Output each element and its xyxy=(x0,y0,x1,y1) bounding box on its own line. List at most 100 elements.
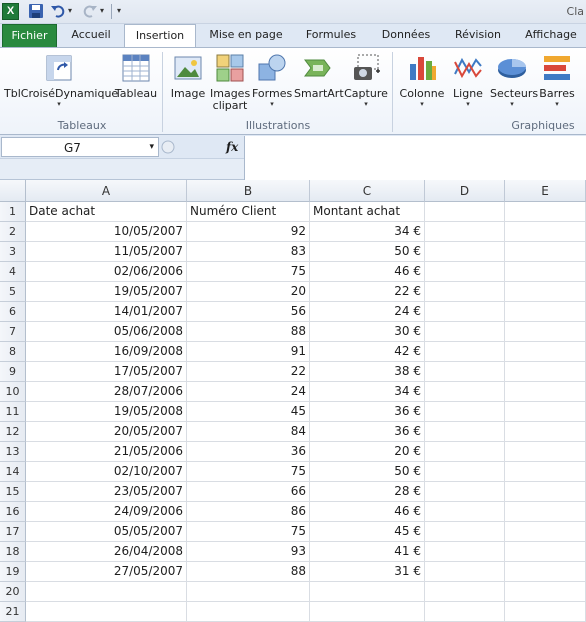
tab-page-layout[interactable]: Mise en page xyxy=(202,24,290,47)
cell-d18[interactable] xyxy=(425,542,505,562)
row-header[interactable]: 10 xyxy=(0,382,26,402)
cell-a18[interactable]: 26/04/2008 xyxy=(26,542,187,562)
row-header[interactable]: 16 xyxy=(0,502,26,522)
cell-b15[interactable]: 66 xyxy=(187,482,310,502)
customize-toolbar-icon[interactable]: ▾ xyxy=(117,6,121,15)
cell-b20[interactable] xyxy=(187,582,310,602)
row-header[interactable]: 21 xyxy=(0,602,26,622)
row-header[interactable]: 9 xyxy=(0,362,26,382)
cell-d3[interactable] xyxy=(425,242,505,262)
cell-e1[interactable] xyxy=(505,202,586,222)
cell-c9[interactable]: 38 € xyxy=(310,362,425,382)
cell-e13[interactable] xyxy=(505,442,586,462)
row-header[interactable]: 15 xyxy=(0,482,26,502)
cell-d5[interactable] xyxy=(425,282,505,302)
cell-b9[interactable]: 22 xyxy=(187,362,310,382)
cell-a8[interactable]: 16/09/2008 xyxy=(26,342,187,362)
row-header[interactable]: 7 xyxy=(0,322,26,342)
redo-dropdown-icon[interactable]: ▾ xyxy=(100,6,104,15)
cell-e15[interactable] xyxy=(505,482,586,502)
pivot-table-button[interactable]: TblCroiséDynamique ▾ xyxy=(4,52,118,109)
cell-a5[interactable]: 19/05/2007 xyxy=(26,282,187,302)
clipart-button[interactable]: Images clipart xyxy=(210,52,250,112)
image-button[interactable]: Image xyxy=(168,52,208,100)
cell-a7[interactable]: 05/06/2008 xyxy=(26,322,187,342)
cell-e7[interactable] xyxy=(505,322,586,342)
row-header[interactable]: 6 xyxy=(0,302,26,322)
resize-handle-icon[interactable] xyxy=(160,139,182,155)
cell-c2[interactable]: 34 € xyxy=(310,222,425,242)
cell-c20[interactable] xyxy=(310,582,425,602)
cell-a1[interactable]: Date achat xyxy=(26,202,187,222)
column-chart-button[interactable]: Colonne ▾ xyxy=(398,52,446,109)
undo-icon[interactable] xyxy=(50,3,67,20)
cell-a9[interactable]: 17/05/2007 xyxy=(26,362,187,382)
cell-a20[interactable] xyxy=(26,582,187,602)
cell-d6[interactable] xyxy=(425,302,505,322)
row-header[interactable]: 19 xyxy=(0,562,26,582)
cell-c16[interactable]: 46 € xyxy=(310,502,425,522)
cell-b8[interactable]: 91 xyxy=(187,342,310,362)
cell-c6[interactable]: 24 € xyxy=(310,302,425,322)
cell-d4[interactable] xyxy=(425,262,505,282)
cell-a17[interactable]: 05/05/2007 xyxy=(26,522,187,542)
cell-d15[interactable] xyxy=(425,482,505,502)
cell-e14[interactable] xyxy=(505,462,586,482)
row-header[interactable]: 1 xyxy=(0,202,26,222)
cell-a16[interactable]: 24/09/2006 xyxy=(26,502,187,522)
cell-e18[interactable] xyxy=(505,542,586,562)
cell-a13[interactable]: 21/05/2006 xyxy=(26,442,187,462)
cell-c1[interactable]: Montant achat xyxy=(310,202,425,222)
cell-c13[interactable]: 20 € xyxy=(310,442,425,462)
chevron-down-icon[interactable]: ▾ xyxy=(149,142,154,152)
select-all-corner[interactable] xyxy=(0,180,26,202)
cell-b18[interactable]: 93 xyxy=(187,542,310,562)
redo-icon[interactable] xyxy=(82,3,99,20)
line-chart-button[interactable]: Ligne ▾ xyxy=(448,52,488,109)
cell-d9[interactable] xyxy=(425,362,505,382)
cell-b16[interactable]: 86 xyxy=(187,502,310,522)
cell-e8[interactable] xyxy=(505,342,586,362)
cell-e10[interactable] xyxy=(505,382,586,402)
cell-e2[interactable] xyxy=(505,222,586,242)
cell-e5[interactable] xyxy=(505,282,586,302)
cell-d10[interactable] xyxy=(425,382,505,402)
cell-a21[interactable] xyxy=(26,602,187,622)
cell-d16[interactable] xyxy=(425,502,505,522)
cell-b12[interactable]: 84 xyxy=(187,422,310,442)
row-header[interactable]: 11 xyxy=(0,402,26,422)
tab-insert[interactable]: Insertion xyxy=(124,24,196,48)
cell-b21[interactable] xyxy=(187,602,310,622)
cell-b3[interactable]: 83 xyxy=(187,242,310,262)
capture-button[interactable]: Capture ▾ xyxy=(344,52,388,109)
cell-d11[interactable] xyxy=(425,402,505,422)
cell-e17[interactable] xyxy=(505,522,586,542)
cell-a4[interactable]: 02/06/2006 xyxy=(26,262,187,282)
cell-b14[interactable]: 75 xyxy=(187,462,310,482)
column-header-b[interactable]: B xyxy=(187,180,310,202)
cell-a3[interactable]: 11/05/2007 xyxy=(26,242,187,262)
row-header[interactable]: 5 xyxy=(0,282,26,302)
cell-e11[interactable] xyxy=(505,402,586,422)
cell-a14[interactable]: 02/10/2007 xyxy=(26,462,187,482)
cell-a6[interactable]: 14/01/2007 xyxy=(26,302,187,322)
name-box[interactable]: G7 ▾ xyxy=(1,137,159,157)
cell-a11[interactable]: 19/05/2008 xyxy=(26,402,187,422)
cell-c18[interactable]: 41 € xyxy=(310,542,425,562)
cell-b4[interactable]: 75 xyxy=(187,262,310,282)
row-header[interactable]: 20 xyxy=(0,582,26,602)
row-header[interactable]: 18 xyxy=(0,542,26,562)
table-button[interactable]: Tableau xyxy=(113,52,159,100)
cell-d8[interactable] xyxy=(425,342,505,362)
cell-a12[interactable]: 20/05/2007 xyxy=(26,422,187,442)
cell-d13[interactable] xyxy=(425,442,505,462)
cell-e9[interactable] xyxy=(505,362,586,382)
row-header[interactable]: 8 xyxy=(0,342,26,362)
cell-c7[interactable]: 30 € xyxy=(310,322,425,342)
insert-function-icon[interactable]: fx xyxy=(226,140,238,154)
tab-data[interactable]: Données xyxy=(372,24,440,47)
cell-c15[interactable]: 28 € xyxy=(310,482,425,502)
smartart-button[interactable]: SmartArt xyxy=(294,52,344,100)
tab-view[interactable]: Affichage xyxy=(516,24,586,47)
cell-b11[interactable]: 45 xyxy=(187,402,310,422)
